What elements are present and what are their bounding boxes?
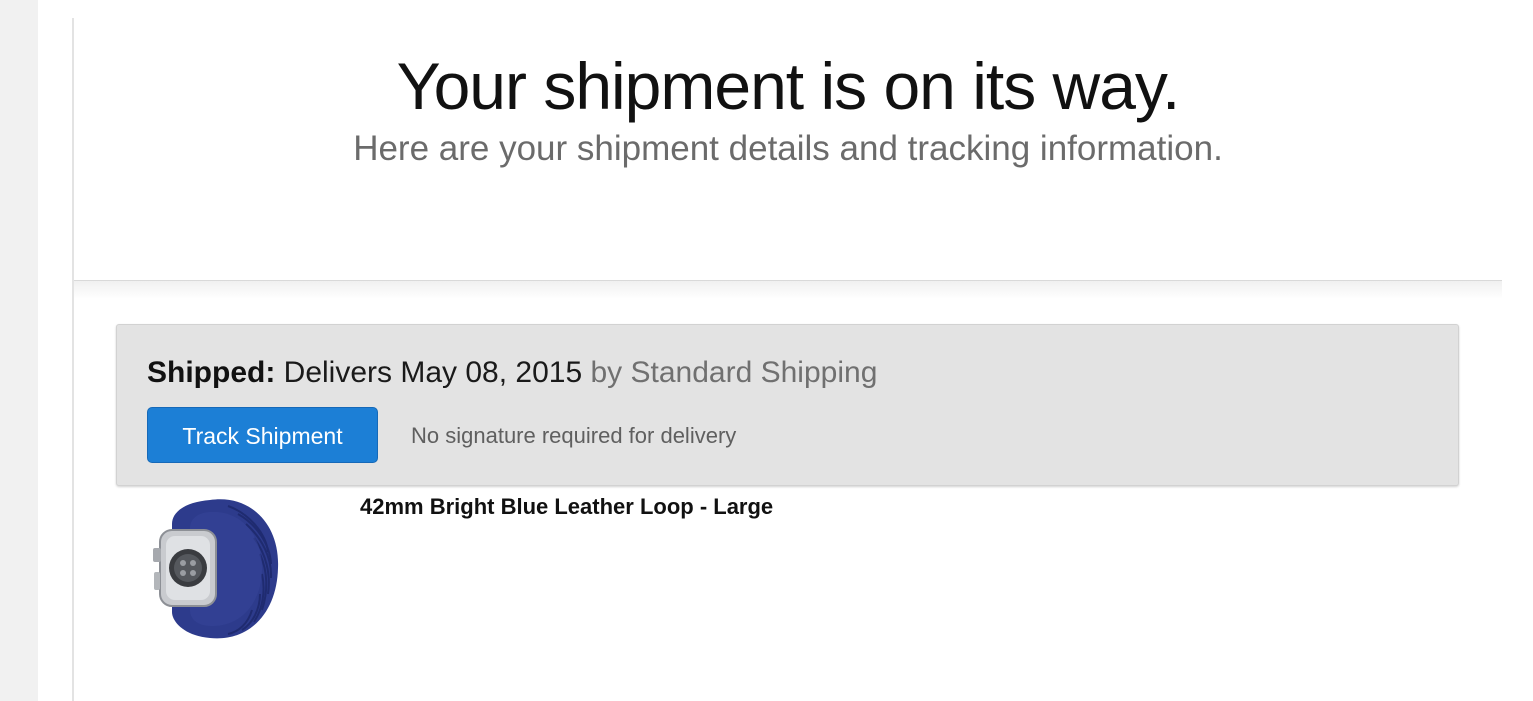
track-shipment-button[interactable]: Track Shipment	[147, 407, 378, 463]
signature-note: No signature required for delivery	[411, 423, 737, 448]
delivery-date: Delivers May 08, 2015	[283, 356, 583, 389]
page-subtitle: Here are your shipment details and track…	[353, 129, 1223, 168]
shipment-panel: Shipped: Delivers May 08, 2015 by Standa…	[116, 324, 1459, 486]
hero-section: Your shipment is on its way. Here are yo…	[74, 18, 1502, 281]
watch-image[interactable]	[150, 494, 285, 642]
left-gutter	[0, 0, 38, 701]
section-divider-shadow	[74, 281, 1502, 299]
page-title: Your shipment is on its way.	[396, 49, 1181, 123]
right-gutter	[1502, 0, 1533, 701]
shipping-method: by Standard Shipping	[590, 356, 878, 389]
status-label: Shipped:	[147, 356, 276, 389]
shipment-status-line: Shipped: Delivers May 08, 2015 by Standa…	[147, 355, 877, 391]
product-name: 42mm Bright Blue Leather Loop - Large	[360, 494, 774, 519]
email-body: Your shipment is on its way. Here are yo…	[72, 18, 1504, 701]
